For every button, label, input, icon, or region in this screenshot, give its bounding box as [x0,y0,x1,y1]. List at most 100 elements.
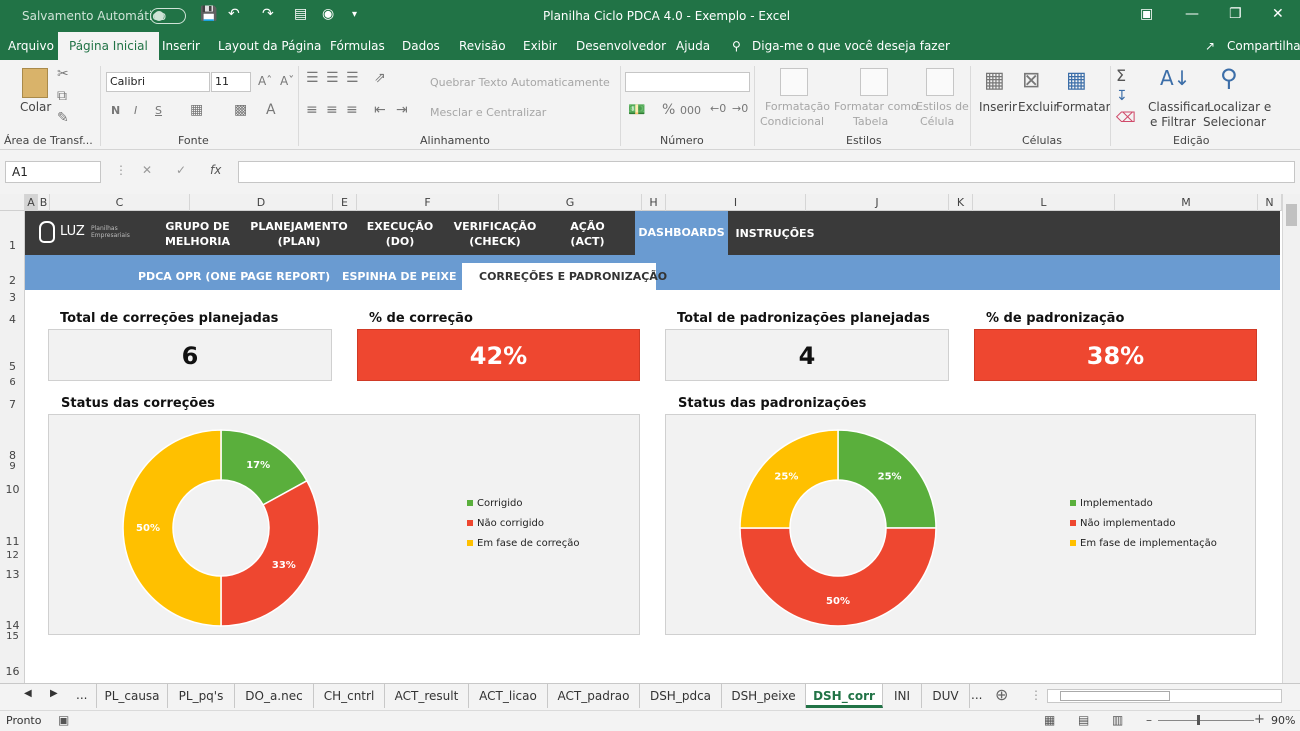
tab-ajuda[interactable]: Ajuda [676,39,710,53]
row-header[interactable]: 2 [0,274,25,287]
column-header[interactable]: B [38,194,50,211]
row-header[interactable]: 11 [0,535,25,548]
sheet-tab[interactable]: DUV [922,684,970,708]
add-sheet-icon[interactable]: ⊕ [995,685,1008,704]
zoom-slider[interactable] [1158,720,1254,721]
align-bottom-icon[interactable]: ☰ [346,70,359,86]
column-header[interactable]: E [333,194,357,211]
tell-me-input[interactable]: Diga-me o que você deseja fazer [752,39,950,53]
percent-icon[interactable]: % [662,102,675,118]
tab-pagina-inicial[interactable]: Página Inicial [58,32,159,60]
share-button[interactable]: Compartilhar [1227,39,1300,53]
copy-icon[interactable]: ⧉ [57,88,67,104]
align-top-icon[interactable]: ☰ [306,70,319,86]
subnav-espinha-peixe[interactable]: ESPINHA DE PEIXE [342,270,457,283]
tab-formulas[interactable]: Fórmulas [330,39,385,53]
tab-dados[interactable]: Dados [402,39,440,53]
format-table-label-1[interactable]: Formatar como [834,100,918,113]
normal-view-icon[interactable]: ▦ [1044,713,1055,727]
autosave-toggle[interactable] [150,8,186,24]
save-icon[interactable]: 💾 [200,6,217,22]
conditional-format-label-1[interactable]: Formatação [765,100,830,113]
column-header[interactable]: H [642,194,666,211]
align-left-icon[interactable]: ≡ [306,102,318,118]
row-header[interactable]: 9 [0,461,25,472]
font-color-icon[interactable]: A [266,102,276,118]
format-table-label-2[interactable]: Tabela [853,115,888,128]
page-break-view-icon[interactable]: ▥ [1112,713,1123,727]
camera-icon[interactable]: ◉ [322,6,334,22]
subnav-pdca-opr[interactable]: PDCA OPR (ONE PAGE REPORT) [138,270,330,283]
find-select-label-2[interactable]: Selecionar [1203,115,1266,129]
autosum-icon[interactable]: Σ [1116,66,1126,85]
subnav-correcoes-padronizacao[interactable]: CORREÇÕES E PADRONIZAÇÃO [479,270,667,283]
column-header[interactable]: K [949,194,973,211]
row-header[interactable]: 10 [0,483,25,496]
sheet-tab[interactable]: ACT_result [385,684,469,708]
more-sheets-left[interactable]: ... [76,688,87,702]
fill-icon[interactable]: ↧ [1116,88,1128,104]
row-header[interactable]: 15 [0,631,25,642]
column-header[interactable]: G [499,194,642,211]
decrease-indent-icon[interactable]: ⇤ [374,102,386,118]
column-header[interactable]: N [1258,194,1282,211]
clear-icon[interactable]: ⌫ [1116,110,1136,126]
undo-icon[interactable]: ↶ [228,6,240,22]
fill-color-icon[interactable]: ▩ [234,102,247,118]
column-header[interactable]: L [973,194,1115,211]
row-header[interactable]: 5 [0,360,25,373]
font-name-select[interactable]: Calibri [106,72,210,92]
cell-styles-label-1[interactable]: Estilos de [916,100,969,113]
prev-sheet-icon[interactable]: ◀ [24,688,32,699]
align-middle-icon[interactable]: ☰ [326,70,339,86]
align-center-icon[interactable]: ≡ [326,102,338,118]
row-header[interactable]: 16 [0,665,25,678]
restore-icon[interactable]: ❐ [1229,6,1242,22]
decrease-decimal-icon[interactable]: →0 [732,102,748,115]
cancel-icon[interactable]: ✕ [142,163,152,177]
row-header[interactable]: 3 [0,291,25,304]
row-header[interactable]: 1 [0,239,25,252]
sheet-tab-active[interactable]: DSH_corr [806,684,883,708]
sheet-tab[interactable]: PL_causa [96,684,168,708]
hscroll-thumb[interactable] [1060,691,1170,701]
sheet-tab[interactable]: ACT_padrao [548,684,640,708]
borders-icon[interactable]: ▦ [190,102,203,118]
insert-function-button[interactable]: fx [210,163,221,177]
scroll-thumb[interactable] [1286,204,1297,226]
tab-desenvolvedor[interactable]: Desenvolvedor [576,39,666,53]
paste-button[interactable]: Colar [20,100,51,114]
row-header[interactable]: 12 [0,550,25,561]
macro-record-icon[interactable]: ▣ [58,713,69,727]
nav-acao[interactable]: AÇÃO (ACT) [550,219,625,249]
nav-grupo-melhoria[interactable]: GRUPO DE MELHORIA [155,219,240,249]
page-layout-view-icon[interactable]: ▤ [1078,713,1089,727]
nav-dashboards[interactable]: DASHBOARDS [635,211,728,255]
row-header[interactable]: 7 [0,398,25,411]
nav-instrucoes[interactable]: INSTRUÇÕES [733,226,817,241]
formula-input[interactable] [238,161,1295,183]
sheet-tab[interactable]: ACT_licao [469,684,548,708]
insert-cells-button[interactable]: Inserir [979,100,1017,114]
redo-icon[interactable]: ↷ [262,6,274,22]
sheet-tab[interactable]: DSH_pdca [640,684,722,708]
sheet-tab[interactable]: DO_a.nec [235,684,314,708]
grow-font-icon[interactable]: Aˆ [258,74,272,88]
currency-icon[interactable]: 💵 [628,102,645,118]
cell-styles-label-2[interactable]: Célula [920,115,954,128]
sort-filter-label-2[interactable]: e Filtrar [1150,115,1196,129]
split-handle-icon[interactable]: ⋮ [1030,688,1042,702]
minimize-icon[interactable]: — [1185,6,1199,22]
tab-layout[interactable]: Layout da Página [218,39,321,53]
row-header[interactable]: 4 [0,313,25,326]
column-header[interactable]: D [190,194,333,211]
conditional-format-label-2[interactable]: Condicional [760,115,824,128]
number-format-select[interactable] [625,72,750,92]
format-painter-icon[interactable]: ✎ [57,110,69,126]
sort-filter-label-1[interactable]: Classificar [1148,100,1209,114]
orientation-icon[interactable]: ⇗ [374,70,386,86]
font-size-select[interactable]: 11 [211,72,251,92]
column-header[interactable]: F [357,194,499,211]
more-sheets-right[interactable]: ... [971,688,982,702]
name-box[interactable]: A1 [5,161,101,183]
